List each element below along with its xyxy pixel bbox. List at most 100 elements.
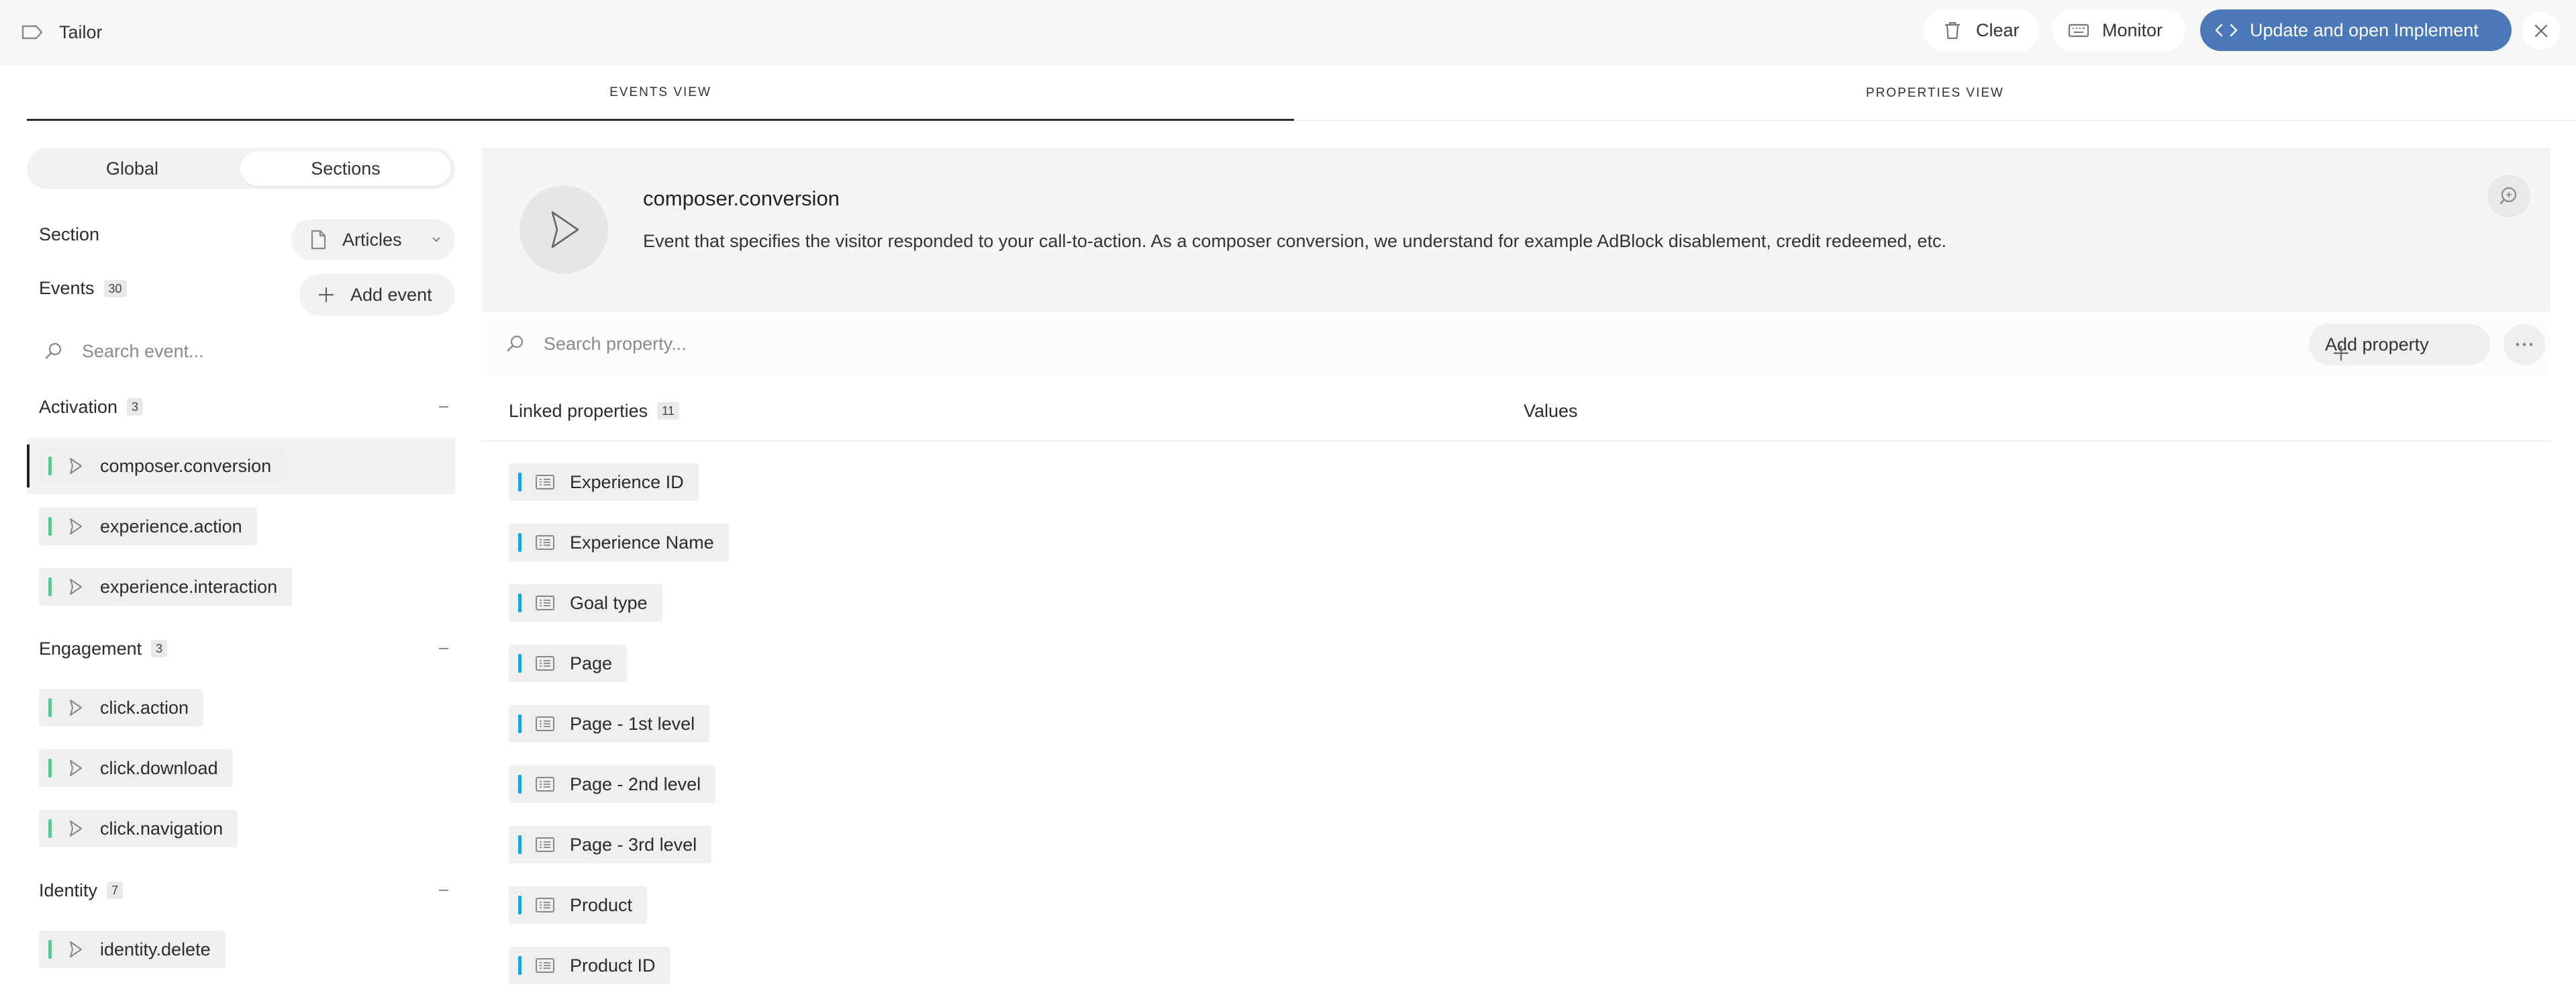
linked-properties-label: Linked properties <box>509 400 648 421</box>
property-item-product-id[interactable]: Product ID <box>509 947 671 984</box>
property-item-experience-name[interactable]: Experience Name <box>509 524 729 561</box>
group-count-badge: 3 <box>151 640 168 657</box>
property-name: Page - 3rd level <box>570 834 697 855</box>
tab-properties-view[interactable]: PROPERTIES VIEW <box>1294 66 2576 121</box>
event-detail-header: composer.conversion Event that specifies… <box>482 148 2550 312</box>
event-item-experience-action[interactable]: experience.action <box>39 508 257 545</box>
add-property-button[interactable]: Add property <box>2309 324 2490 365</box>
event-item-click-action[interactable]: click.action <box>39 689 204 726</box>
cursor-icon <box>65 939 85 959</box>
events-heading: Events 30 <box>39 278 127 299</box>
add-event-button[interactable]: Add event <box>299 274 455 316</box>
linked-properties-header: Linked properties 11 <box>509 397 679 424</box>
app-title: Tailor <box>59 22 103 42</box>
property-item-product[interactable]: Product <box>509 886 648 924</box>
event-status-bar <box>48 819 52 838</box>
plus-icon <box>317 285 336 304</box>
section-select-value: Articles <box>342 229 402 250</box>
group-header-identity[interactable]: Identity 7 <box>39 877 455 904</box>
property-search-input[interactable] <box>542 330 1885 357</box>
monitor-button[interactable]: Monitor <box>2052 9 2185 51</box>
section-select[interactable]: Articles <box>291 219 455 261</box>
event-title: composer.conversion <box>643 187 840 210</box>
keyboard-icon <box>2067 19 2090 42</box>
clear-label: Clear <box>1976 19 2020 40</box>
group-name: Identity <box>39 880 98 900</box>
event-item-experience-interaction[interactable]: experience.interaction <box>39 568 293 606</box>
event-status-bar <box>48 698 52 717</box>
event-name: click.action <box>100 697 189 718</box>
event-name: experience.interaction <box>100 576 278 597</box>
list-icon <box>535 774 555 794</box>
group-header-engagement[interactable]: Engagement 3 <box>39 635 455 662</box>
selection-marker <box>27 444 30 487</box>
cursor-icon <box>65 577 85 597</box>
group-name: Activation <box>39 396 118 417</box>
property-status-bar <box>518 956 522 975</box>
property-name: Page - 1st level <box>570 713 695 734</box>
list-icon <box>535 532 555 553</box>
event-item-identity-delete[interactable]: identity.delete <box>39 931 226 968</box>
property-item-page[interactable]: Page <box>509 645 628 682</box>
clear-button[interactable]: Clear <box>1924 9 2039 51</box>
list-icon <box>535 835 555 855</box>
list-icon <box>535 714 555 734</box>
property-item-page-1st-level[interactable]: Page - 1st level <box>509 705 710 743</box>
linked-count-badge: 11 <box>657 402 679 420</box>
cursor-icon <box>65 698 85 718</box>
event-name: click.download <box>100 757 218 778</box>
collapse-icon[interactable] <box>439 890 448 891</box>
close-button[interactable] <box>2522 12 2560 50</box>
top-bar: Tailor Clear Monitor Update and open Imp… <box>0 0 2576 66</box>
group-header-activation[interactable]: Activation 3 <box>39 393 455 420</box>
list-icon <box>535 895 555 915</box>
trash-icon <box>1941 19 1964 42</box>
property-name: Product <box>570 894 633 915</box>
event-status-bar <box>48 517 52 536</box>
add-event-label: Add event <box>350 284 432 305</box>
list-icon <box>535 955 555 976</box>
property-item-page-3rd-level[interactable]: Page - 3rd level <box>509 826 712 863</box>
property-status-bar <box>518 775 522 794</box>
event-status-bar <box>48 940 52 959</box>
section-label: Section <box>39 224 100 244</box>
event-status-bar <box>48 577 52 596</box>
event-avatar <box>519 185 608 274</box>
plus-icon <box>2332 344 2350 363</box>
event-item-composer-conversion[interactable]: composer.conversion <box>39 447 287 485</box>
properties-table-header: Linked properties 11 Values <box>482 384 2550 442</box>
property-name: Product ID <box>570 955 656 976</box>
search-icon <box>43 340 64 362</box>
event-name: composer.conversion <box>100 455 272 476</box>
property-status-bar <box>518 714 522 733</box>
cursor-icon <box>544 208 583 251</box>
scope-sections-option[interactable]: Sections <box>240 151 451 186</box>
more-horizontal-icon <box>2514 342 2534 347</box>
cursor-icon <box>65 456 85 476</box>
collapse-icon[interactable] <box>439 648 448 649</box>
code-icon <box>2214 20 2239 40</box>
property-status-bar <box>518 473 522 491</box>
group-count-badge: 7 <box>107 882 123 899</box>
inspect-button[interactable] <box>2487 175 2530 218</box>
event-name: click.navigation <box>100 818 224 839</box>
property-name: Goal type <box>570 592 648 613</box>
events-count-badge: 30 <box>103 279 127 297</box>
scope-global-option[interactable]: Global <box>30 151 234 186</box>
property-item-experience-id[interactable]: Experience ID <box>509 463 699 501</box>
event-item-click-download[interactable]: click.download <box>39 749 233 787</box>
list-icon <box>535 593 555 613</box>
values-header: Values <box>1524 400 1578 421</box>
property-status-bar <box>518 835 522 854</box>
tab-events-view[interactable]: EVENTS VIEW <box>27 66 1294 121</box>
collapse-icon[interactable] <box>439 406 448 408</box>
more-options-button[interactable] <box>2504 324 2545 365</box>
event-search-input[interactable] <box>81 340 443 363</box>
property-toolbar: Add property <box>482 313 2550 376</box>
property-item-page-2nd-level[interactable]: Page - 2nd level <box>509 765 716 803</box>
property-item-goal-type[interactable]: Goal type <box>509 584 662 622</box>
cursor-icon <box>65 516 85 536</box>
update-open-implement-button[interactable]: Update and open Implement <box>2200 9 2512 51</box>
property-status-bar <box>518 594 522 612</box>
event-item-click-navigation[interactable]: click.navigation <box>39 810 238 847</box>
